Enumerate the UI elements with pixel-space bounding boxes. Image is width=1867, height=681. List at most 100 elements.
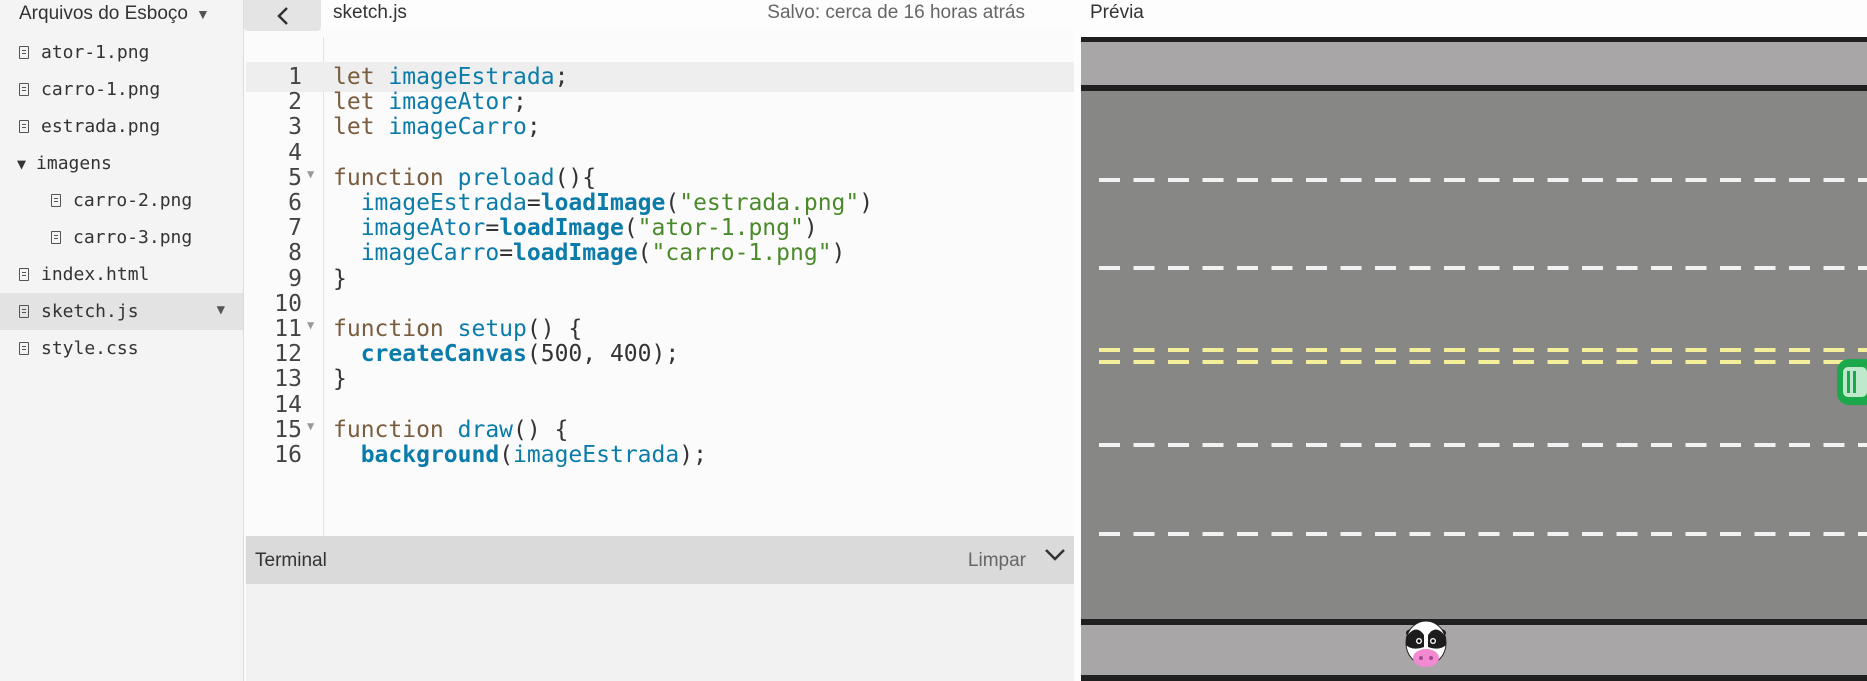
line-number: 2 (288, 89, 302, 116)
folder-item[interactable]: ▼ imagens (0, 145, 243, 182)
file-name-label: carro-3.png (73, 227, 193, 248)
fold-triangle-icon[interactable]: ▼ (307, 167, 314, 181)
line-number: 13 (274, 366, 302, 393)
editor-header: sketch.js Salvo: cerca de 16 horas atrás (244, 0, 1074, 31)
lane-dash (1478, 532, 1500, 536)
lane-dash (1685, 178, 1707, 182)
sidebar-header[interactable]: Arquivos do Esboço ▼ (0, 0, 243, 28)
lane-dash (1133, 348, 1155, 352)
lane-dash (1375, 360, 1396, 364)
lane-dash (1513, 178, 1534, 182)
lane-dash (1306, 532, 1327, 536)
lane-dash (1099, 348, 1120, 352)
lane-dash (1237, 360, 1258, 364)
lane-dash (1616, 348, 1638, 352)
lane-dash (1202, 178, 1224, 182)
lane-dash (1858, 266, 1867, 270)
file-name-label: ator-1.png (41, 42, 150, 63)
lane-dash (1720, 348, 1741, 352)
fold-triangle-icon[interactable]: ▼ (307, 419, 314, 433)
triangle-down-icon[interactable]: ▼ (17, 155, 26, 173)
lane-dash (1789, 443, 1810, 447)
lane-dash (1271, 348, 1293, 352)
lane-dash (1754, 178, 1776, 182)
lane-dash (1306, 348, 1327, 352)
code-token: imageEstrada (360, 190, 527, 216)
code-token: imageAtor (360, 215, 486, 242)
line-number: 16 (274, 442, 302, 468)
file-item[interactable]: carro-3.png (0, 219, 243, 256)
save-status: Salvo: cerca de 16 horas atrás (767, 2, 1025, 23)
code-text: function preload(){ (333, 165, 596, 191)
lane-dash (1444, 178, 1465, 182)
lane-dash (1720, 178, 1741, 182)
lane-dash (1823, 266, 1845, 270)
line-number: 1 (288, 64, 302, 90)
lane-dash (1271, 178, 1293, 182)
terminal-bar: Terminal Limpar (246, 536, 1074, 584)
lane-dash (1547, 532, 1569, 536)
collapse-sidebar-button[interactable] (244, 0, 321, 31)
file-name-label: imagens (36, 153, 112, 174)
lane-dash (1340, 443, 1362, 447)
lane-dash (1582, 443, 1603, 447)
lane-dash (1202, 348, 1224, 352)
lane-dash (1237, 348, 1258, 352)
lane-dash (1754, 532, 1776, 536)
code-token: preload (457, 164, 555, 191)
code-line[interactable]: 16 background(imageEstrada); (246, 440, 1074, 470)
chevron-down-icon[interactable]: ▼ (196, 6, 210, 22)
file-list: ator-1.png carro-1.png estrada.png ▼ imagens… (0, 28, 243, 367)
lane-dash (1133, 443, 1155, 447)
file-item[interactable]: estrada.png (0, 108, 243, 145)
terminal-title: Terminal (255, 550, 327, 571)
code-token: ( (665, 190, 680, 216)
lane-dash (1099, 443, 1120, 447)
code-token: ; (554, 64, 569, 90)
fold-triangle-icon[interactable]: ▼ (307, 318, 314, 332)
lane-dash (1168, 348, 1189, 352)
chevron-down-icon[interactable] (1044, 548, 1066, 567)
file-item[interactable]: carro-2.png (0, 182, 243, 219)
file-item[interactable]: index.html (0, 256, 243, 293)
code-token: function (333, 416, 458, 443)
lane-dash (1616, 266, 1638, 270)
sidebar-title: Arquivos do Esboço (19, 3, 188, 24)
lane-dash (1513, 443, 1534, 447)
file-name-label: style.css (41, 338, 139, 359)
lane-dash (1478, 348, 1500, 352)
lane-dash (1237, 178, 1258, 182)
terminal-output[interactable] (246, 584, 1074, 681)
code-token: ; (526, 114, 541, 141)
lane-dash (1340, 348, 1362, 352)
code-token: setup (457, 316, 527, 342)
file-name-label: index.html (41, 264, 150, 285)
lane-dash (1444, 443, 1465, 447)
file-item[interactable]: carro-1.png (0, 71, 243, 108)
lane-dash (1858, 532, 1867, 536)
code-token: let (333, 114, 389, 141)
file-item[interactable]: ator-1.png (0, 34, 243, 71)
file-item[interactable]: sketch.js ▼ (0, 293, 243, 330)
chevron-down-icon[interactable]: ▼ (217, 302, 225, 318)
lane-dash (1513, 266, 1534, 270)
file-icon (19, 268, 29, 281)
code-token: function (333, 164, 458, 191)
line-number: 3 (288, 114, 302, 141)
lane-dash (1444, 532, 1465, 536)
editor-file-name: sketch.js (333, 2, 407, 23)
lane-dash (1685, 266, 1707, 270)
lane-dash (1409, 178, 1431, 182)
line-number: 8 (288, 240, 302, 267)
lane-dash (1720, 360, 1741, 364)
clear-console-button[interactable]: Limpar (968, 550, 1026, 572)
lane-dash (1340, 178, 1362, 182)
file-item[interactable]: style.css (0, 330, 243, 367)
code-editor[interactable]: 1 let imageEstrada; 2 let imageAtor; 3 let im… (246, 37, 1074, 536)
preview-canvas[interactable] (1081, 37, 1867, 681)
lane-dash (1651, 266, 1672, 270)
editor-panel: sketch.js Salvo: cerca de 16 horas atrás… (244, 0, 1074, 681)
code-token: loadImage (513, 240, 638, 267)
